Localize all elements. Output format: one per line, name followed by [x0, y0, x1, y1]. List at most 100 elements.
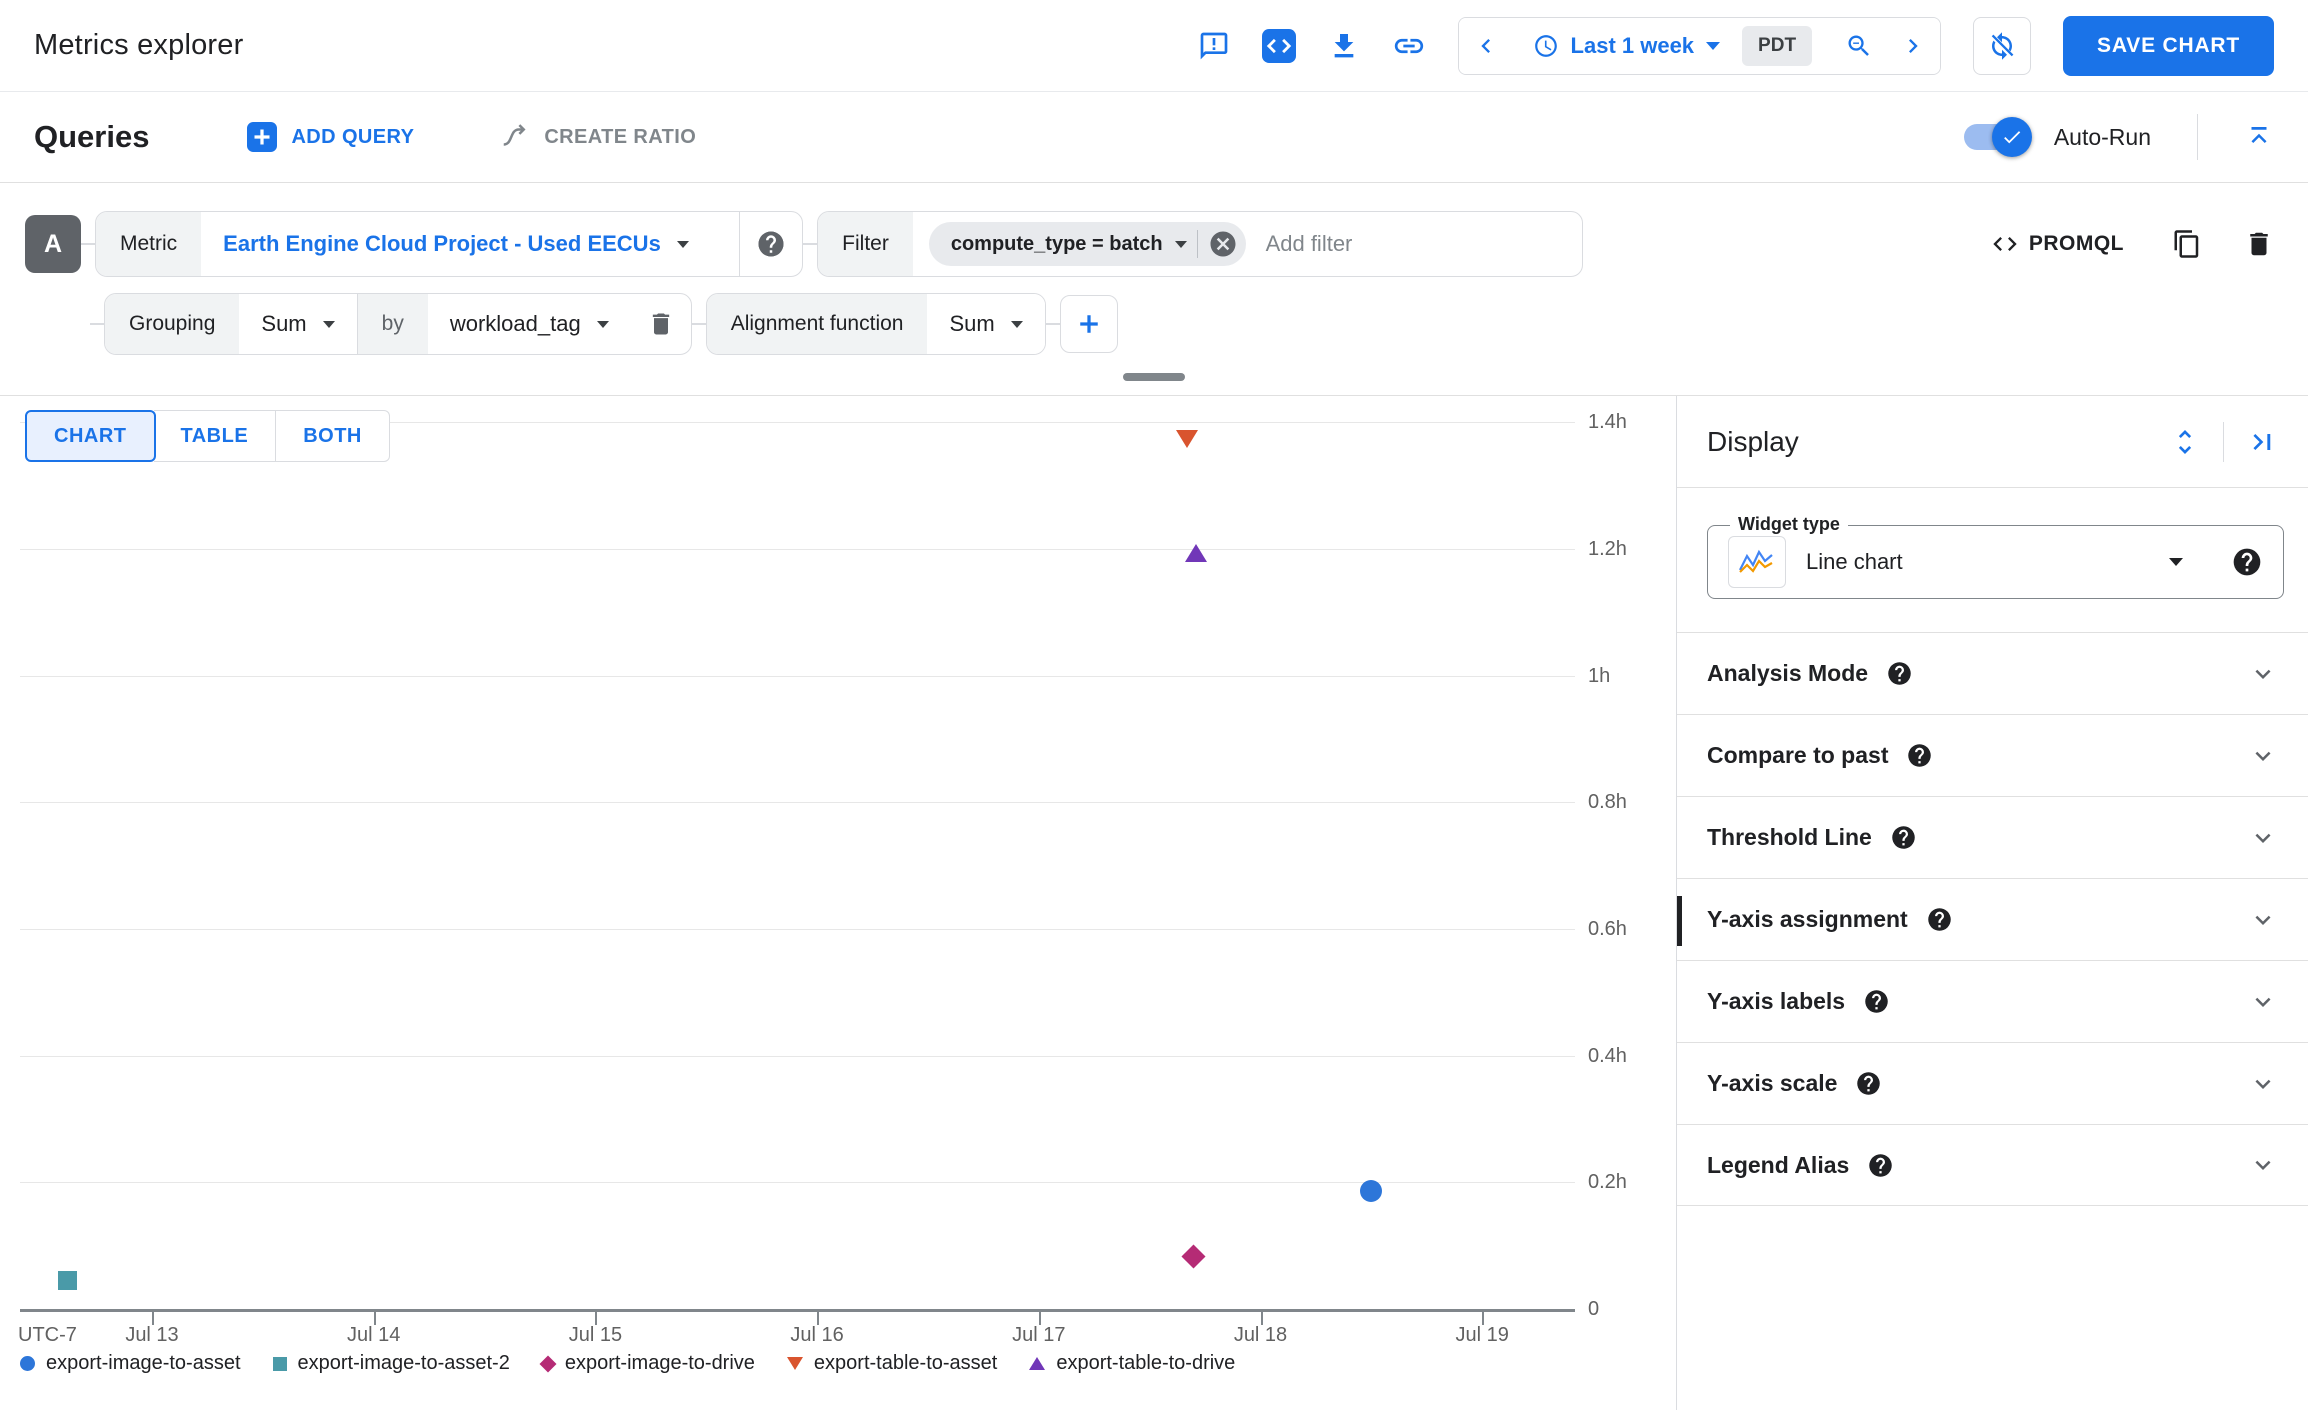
section-threshold-line[interactable]: Threshold Line	[1677, 796, 2308, 878]
auto-run-toggle[interactable]	[1960, 117, 2032, 157]
collapse-all-icon	[2244, 122, 2274, 152]
add-icon	[247, 122, 278, 152]
collapse-panel-button[interactable]	[2246, 426, 2278, 458]
time-range-selector[interactable]: Last 1 week PDT	[1512, 17, 1833, 74]
line-chart-icon	[1728, 536, 1786, 588]
data-point-export-image-to-drive	[1181, 1244, 1207, 1270]
query-builder: A Metric Earth Engine Cloud Project - Us…	[0, 183, 2308, 396]
top-bar-actions: Last 1 week PDT SAVE CHART	[1198, 15, 2274, 76]
top-bar: Metrics explorer Last 1 week PDT SAVE CH…	[0, 0, 2308, 92]
square-marker-icon	[272, 1356, 287, 1371]
toggle-thumb	[1991, 117, 2032, 157]
display-panel-header: Display	[1677, 396, 2308, 487]
resize-drag-handle[interactable]	[1123, 373, 1185, 381]
autorun-wrap: Auto-Run	[1960, 114, 2274, 160]
add-query-button[interactable]: ADD QUERY	[241, 121, 420, 153]
section-y-axis-labels[interactable]: Y-axis labels	[1677, 960, 2308, 1042]
link-button[interactable]	[1392, 29, 1426, 63]
copy-icon	[2172, 229, 2202, 259]
promql-button[interactable]: PROMQL	[1985, 229, 2130, 259]
collapse-all-button[interactable]	[2244, 122, 2274, 152]
query-letter-badge: A	[25, 215, 81, 273]
timezone-label: UTC-7	[18, 1324, 77, 1346]
alignment-function-select[interactable]: Sum	[927, 294, 1045, 354]
auto-refresh-toggle-button[interactable]	[1973, 16, 2032, 75]
queries-heading: Queries	[34, 119, 150, 154]
code-icon	[1261, 28, 1296, 63]
metrics-explorer-app: 1.4h 1.2h 1h 0.8h 0.6h 0.4h 0.2h 0 Jul 13 Jul 14 J…	[0, 0, 2308, 1410]
chevron-down-icon	[2248, 1150, 2278, 1180]
chevron-down-icon	[2169, 558, 2183, 566]
divider	[1677, 487, 2308, 488]
time-forward-button[interactable]	[1886, 17, 1941, 74]
section-compare-to-past[interactable]: Compare to past	[1677, 714, 2308, 796]
legend-item-export-image-to-drive[interactable]: export-image-to-drive	[539, 1352, 755, 1375]
add-step-button[interactable]	[1059, 295, 1118, 353]
chevron-down-icon	[2248, 987, 2278, 1017]
time-range-label: Last 1 week	[1570, 32, 1695, 58]
save-chart-button[interactable]: SAVE CHART	[2063, 15, 2274, 76]
help-icon	[1867, 1152, 1894, 1179]
help-icon	[1926, 906, 1953, 933]
zoom-out-button[interactable]	[1832, 17, 1887, 74]
help-icon	[756, 229, 786, 259]
metric-control: Metric Earth Engine Cloud Project - Used…	[95, 211, 804, 277]
chevron-down-icon	[322, 320, 335, 328]
remove-filter-button[interactable]	[1208, 229, 1238, 259]
chevron-right-icon	[1899, 32, 1927, 60]
feedback-button[interactable]	[1198, 30, 1230, 62]
add-filter-input[interactable]: Add filter	[1246, 212, 1583, 276]
gridline	[20, 928, 1575, 930]
legend-item-export-table-to-asset[interactable]: export-table-to-asset	[786, 1352, 997, 1375]
zoom-out-icon	[1845, 32, 1873, 60]
legend-item-export-table-to-drive[interactable]: export-table-to-drive	[1029, 1352, 1235, 1375]
metric-help-button[interactable]	[740, 212, 802, 276]
alignment-label: Alignment function	[706, 294, 928, 354]
cancel-icon	[1208, 229, 1238, 259]
grouping-control: Grouping Sum by workload_tag	[104, 293, 692, 355]
expand-all-button[interactable]	[2169, 426, 2201, 458]
group-by-select[interactable]: workload_tag	[427, 294, 631, 354]
duplicate-query-button[interactable]	[2172, 229, 2202, 259]
triangle-down-marker-icon	[786, 1357, 803, 1370]
filter-chip[interactable]: compute_type = batch	[928, 222, 1246, 266]
metric-select[interactable]: Earth Engine Cloud Project - Used EECUs	[201, 212, 740, 276]
widget-type-field[interactable]: Widget type Line chart	[1707, 514, 2284, 599]
widget-type-help-button[interactable]	[2231, 546, 2263, 578]
y-axis-label: 0.2h	[1588, 1171, 1627, 1194]
plus-icon	[1074, 309, 1104, 339]
chevron-down-icon	[2248, 823, 2278, 853]
help-icon	[1906, 742, 1933, 769]
by-label: by	[357, 294, 428, 354]
trash-icon	[2244, 229, 2274, 259]
tab-chart[interactable]: CHART	[25, 410, 156, 462]
legend-item-export-image-to-asset-2[interactable]: export-image-to-asset-2	[272, 1352, 510, 1375]
connector	[90, 323, 104, 325]
triangle-up-marker-icon	[1029, 1357, 1046, 1370]
tab-table[interactable]: TABLE	[153, 410, 277, 462]
gridline	[20, 548, 1575, 550]
gridline	[20, 1055, 1575, 1057]
section-analysis-mode[interactable]: Analysis Mode	[1677, 632, 2308, 714]
tab-both[interactable]: BOTH	[276, 410, 390, 462]
download-button[interactable]	[1328, 30, 1360, 62]
code-button[interactable]	[1261, 28, 1296, 63]
diamond-marker-icon	[539, 1355, 557, 1372]
create-ratio-button[interactable]: CREATE RATIO	[494, 121, 702, 153]
auto-refresh-off-icon	[1987, 31, 2017, 61]
legend-item-export-image-to-asset[interactable]: export-image-to-asset	[20, 1352, 241, 1375]
gridline	[20, 802, 1575, 804]
delete-query-button[interactable]	[2244, 229, 2274, 259]
remove-grouping-button[interactable]	[631, 294, 691, 354]
trash-icon	[647, 310, 675, 338]
timezone-badge: PDT	[1742, 25, 1813, 66]
y-axis-label: 0	[1588, 1298, 1600, 1320]
time-back-button[interactable]	[1458, 17, 1513, 74]
section-y-axis-assignment[interactable]: Y-axis assignment	[1677, 878, 2308, 960]
section-y-axis-scale[interactable]: Y-axis scale	[1677, 1042, 2308, 1124]
panel-scrollbar[interactable]	[1677, 896, 1682, 946]
connector	[81, 243, 95, 245]
section-legend-alias[interactable]: Legend Alias	[1677, 1124, 2308, 1206]
grouping-function-select[interactable]: Sum	[239, 294, 357, 354]
help-icon	[1890, 824, 1917, 851]
